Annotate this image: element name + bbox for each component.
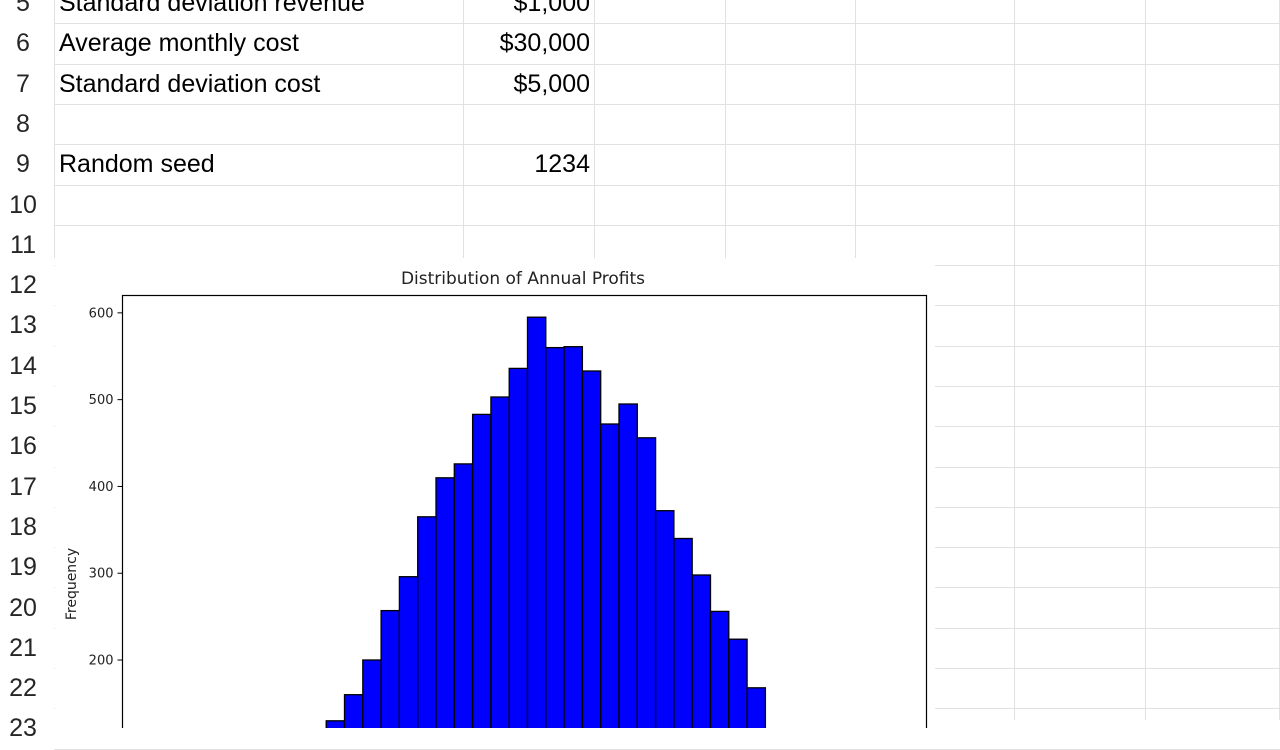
row-number[interactable]: 12 xyxy=(0,265,54,305)
cell-value[interactable] xyxy=(466,185,590,225)
column-gridline xyxy=(54,0,55,258)
cell-value[interactable]: $1,000 xyxy=(466,0,590,23)
column-gridline xyxy=(594,0,595,258)
row-number[interactable]: 23 xyxy=(0,708,54,748)
histogram-bar xyxy=(362,659,382,728)
histogram-bar xyxy=(728,638,748,728)
row-number[interactable]: 16 xyxy=(0,426,54,466)
histogram-bar xyxy=(709,610,730,728)
y-tick-label: 600 xyxy=(89,306,114,321)
y-axis-label: Frequency xyxy=(64,548,80,620)
histogram-bar xyxy=(508,367,529,728)
row-number[interactable]: 22 xyxy=(0,668,54,708)
column-gridline xyxy=(1014,0,1015,720)
histogram-bar xyxy=(398,576,419,728)
row-number[interactable]: 11 xyxy=(0,225,54,265)
chart-svg: Distribution of Annual Profits Frequency… xyxy=(64,269,928,728)
row-number[interactable]: 6 xyxy=(0,23,54,63)
histogram-bar xyxy=(563,346,584,728)
histogram-bar xyxy=(581,370,602,728)
cell-value[interactable]: $5,000 xyxy=(466,64,590,104)
histogram-bar xyxy=(435,477,455,728)
histogram-bar xyxy=(600,423,620,728)
row-gridline xyxy=(54,225,1280,226)
column-gridline xyxy=(1145,0,1146,720)
row-number[interactable]: 21 xyxy=(0,628,54,668)
histogram-bar xyxy=(325,720,346,728)
histogram-bar xyxy=(471,413,492,728)
row-number[interactable]: 17 xyxy=(0,467,54,507)
histogram-bar xyxy=(654,510,675,728)
histogram-bar xyxy=(691,574,712,728)
histogram-bar xyxy=(526,316,547,728)
row-number[interactable]: 18 xyxy=(0,507,54,547)
histogram-bar xyxy=(453,463,474,728)
row-gridline xyxy=(54,104,1280,105)
row-number[interactable]: 9 xyxy=(0,144,54,184)
bars-group xyxy=(325,316,767,728)
y-tick-label: 200 xyxy=(89,654,114,669)
column-gridline xyxy=(725,0,726,258)
row-number[interactable]: 13 xyxy=(0,305,54,345)
cell-value[interactable]: $30,000 xyxy=(466,23,590,63)
histogram-bar xyxy=(343,694,364,728)
y-tick-label: 400 xyxy=(89,480,114,495)
histogram-bar xyxy=(618,403,638,728)
histogram-bar xyxy=(746,687,767,728)
y-tick-label: 300 xyxy=(89,567,114,582)
histogram-bar xyxy=(673,537,693,728)
cell-value[interactable]: 1234 xyxy=(466,144,590,184)
cell-label[interactable]: Random seed xyxy=(59,144,215,184)
row-number[interactable]: 19 xyxy=(0,547,54,587)
histogram-bar xyxy=(490,396,510,728)
row-number[interactable]: 10 xyxy=(0,185,54,225)
cell-label[interactable]: Standard deviation cost xyxy=(59,64,320,104)
row-gridline xyxy=(54,144,1280,145)
row-number[interactable]: 14 xyxy=(0,346,54,386)
row-number[interactable]: 7 xyxy=(0,64,54,104)
y-axis: 200 300 400 500 600 xyxy=(89,306,123,669)
cell-value[interactable] xyxy=(466,104,590,144)
row-header: 5 6 7 8 9 10 11 12 13 14 15 16 17 18 19 20 21 22 23 xyxy=(0,0,54,742)
histogram-bar xyxy=(417,516,437,728)
histogram-bar xyxy=(636,437,657,728)
histogram-bar xyxy=(545,346,565,728)
row-number[interactable]: 8 xyxy=(0,104,54,144)
chart-title: Distribution of Annual Profits xyxy=(401,269,645,289)
row-number[interactable]: 5 xyxy=(0,0,54,23)
histogram-bar xyxy=(380,609,401,728)
histogram-chart[interactable]: Distribution of Annual Profits Frequency… xyxy=(55,258,935,728)
row-gridline xyxy=(54,185,1280,186)
y-tick-label: 500 xyxy=(89,393,114,408)
column-gridline xyxy=(463,0,464,258)
row-number[interactable]: 20 xyxy=(0,588,54,628)
row-number[interactable]: 15 xyxy=(0,386,54,426)
cell-label[interactable]: Average monthly cost xyxy=(59,23,299,63)
cell-label[interactable]: Standard deviation revenue xyxy=(59,0,365,23)
